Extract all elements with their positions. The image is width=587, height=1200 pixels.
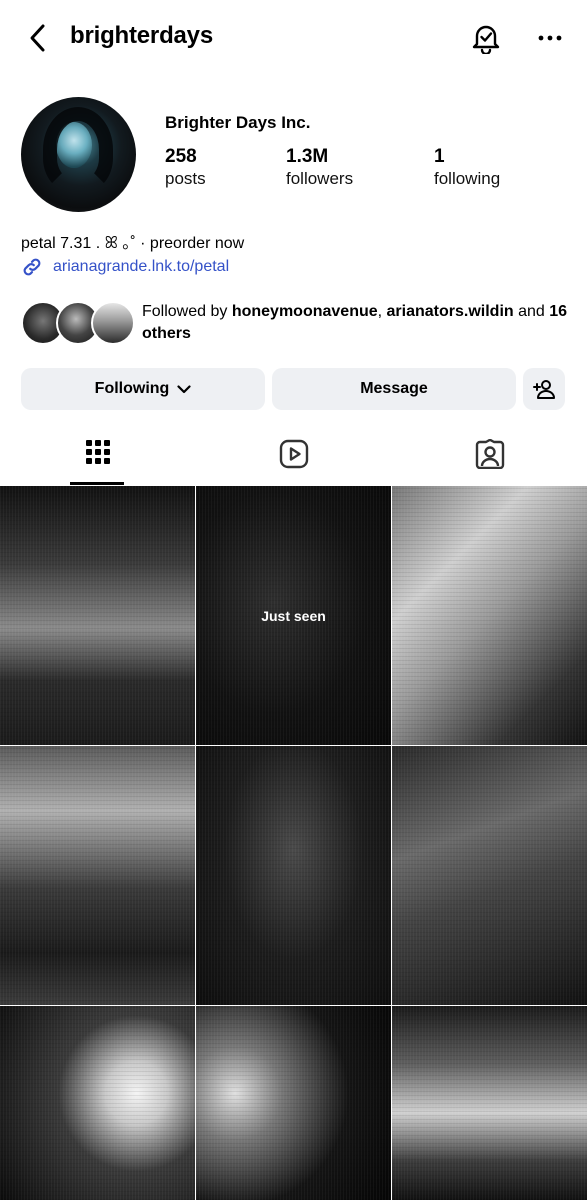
- following-button-label: Following: [94, 380, 170, 397]
- profile-bio: petal 7.31 . ꕤ ｡˚ · preorder now: [21, 235, 245, 252]
- tab-tagged[interactable]: [392, 432, 587, 486]
- chevron-left-icon: [30, 24, 45, 52]
- mutual-user-2[interactable]: arianators.wildin: [387, 303, 514, 320]
- followers-stat[interactable]: 1.3M followers: [286, 146, 353, 190]
- notifications-button[interactable]: [466, 18, 506, 58]
- mutual-followers[interactable]: Followed by honeymoonavenue, arianators.…: [21, 301, 581, 345]
- message-button-label: Message: [360, 380, 428, 397]
- following-stat[interactable]: 1 following: [434, 146, 500, 190]
- tab-posts-grid[interactable]: [0, 432, 195, 486]
- chevron-down-icon: [177, 384, 191, 394]
- link-icon: [23, 258, 41, 276]
- tagged-icon: [475, 439, 504, 469]
- add-user-icon: [533, 380, 555, 399]
- message-button[interactable]: Message: [272, 368, 516, 410]
- grid-post[interactable]: [0, 746, 195, 1005]
- profile-avatar[interactable]: [21, 97, 136, 212]
- just-seen-label: Just seen: [261, 608, 326, 624]
- reels-icon: [279, 439, 308, 469]
- posts-grid: Just seen: [0, 486, 587, 1200]
- display-name: Brighter Days Inc.: [165, 113, 311, 132]
- active-tab-indicator: [70, 482, 124, 485]
- mutual-avatar-3: [91, 301, 135, 345]
- profile-tabs: [0, 432, 587, 486]
- grid-post[interactable]: Just seen: [196, 486, 391, 745]
- bell-check-icon: [472, 25, 500, 54]
- following-count: 1: [434, 146, 445, 167]
- grid-post[interactable]: [196, 746, 391, 1005]
- posts-label: posts: [165, 169, 206, 188]
- grid-post[interactable]: [392, 1006, 587, 1200]
- top-bar: brighterdays: [0, 0, 587, 76]
- profile-link[interactable]: arianagrande.lnk.to/petal: [21, 255, 229, 279]
- grid-post[interactable]: [196, 1006, 391, 1200]
- back-button[interactable]: [20, 20, 54, 56]
- grid-icon: [85, 440, 110, 464]
- suggested-users-button[interactable]: [523, 368, 565, 410]
- grid-post[interactable]: [0, 1006, 195, 1200]
- profile-link-text: arianagrande.lnk.to/petal: [53, 258, 230, 275]
- mutual-user-1[interactable]: honeymoonavenue: [232, 303, 378, 320]
- profile-username: brighterdays: [70, 22, 213, 49]
- following-label: following: [434, 169, 501, 188]
- followers-label: followers: [286, 169, 354, 188]
- following-button[interactable]: Following: [21, 368, 265, 410]
- posts-stat[interactable]: 258 posts: [165, 146, 206, 190]
- more-options-button[interactable]: [530, 18, 570, 58]
- grid-post[interactable]: [392, 746, 587, 1005]
- mutual-followers-text: Followed by honeymoonavenue, arianators.…: [142, 303, 568, 342]
- grid-post[interactable]: [0, 486, 195, 745]
- posts-count: 258: [165, 146, 197, 167]
- followers-count: 1.3M: [286, 146, 329, 167]
- more-horizontal-icon: [538, 35, 562, 41]
- grid-post[interactable]: [392, 486, 587, 745]
- tab-reels[interactable]: [196, 432, 391, 486]
